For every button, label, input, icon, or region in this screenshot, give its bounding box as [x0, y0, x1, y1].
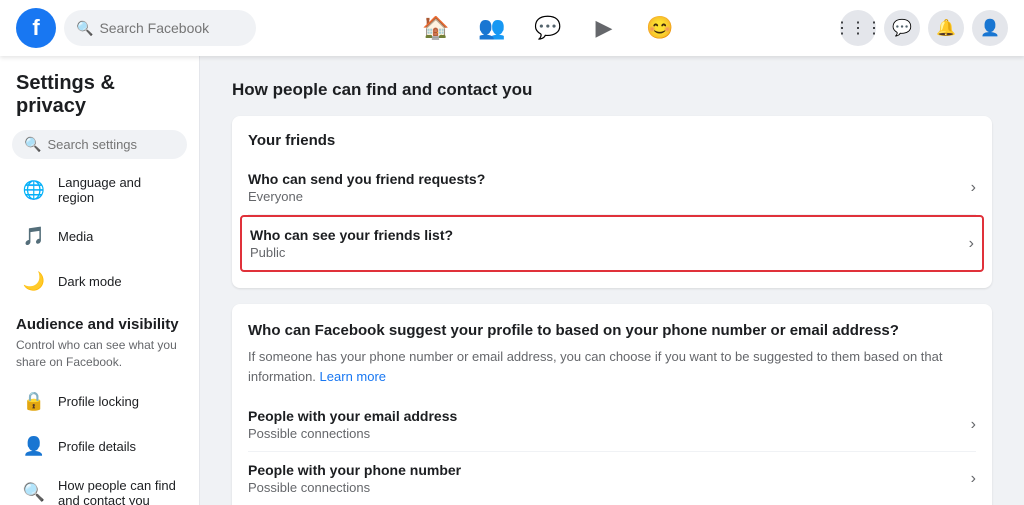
sidebar-item-how-people-find[interactable]: 🔍 How people can find and contact you [4, 470, 195, 505]
sidebar-item-media[interactable]: 🎵 Media [4, 214, 195, 258]
phone-number-value: Possible connections [248, 480, 461, 495]
messenger-button[interactable]: 💬 [884, 10, 920, 46]
phone-email-desc: If someone has your phone number or emai… [248, 347, 976, 386]
sidebar-title: Settings & privacy [0, 64, 199, 122]
friend-requests-row[interactable]: Who can send you friend requests? Everyo… [248, 161, 976, 215]
sidebar-item-label: Profile locking [58, 394, 139, 409]
account-button[interactable]: 👤 [972, 10, 1008, 46]
media-icon: 🎵 [20, 222, 48, 250]
marketplace-nav-button[interactable]: 😊 [636, 8, 684, 48]
search-icon: 🔍 [76, 20, 93, 37]
phone-number-left: People with your phone number Possible c… [248, 462, 461, 495]
chevron-right-icon: › [971, 416, 976, 434]
apps-menu-button[interactable]: ⋮⋮⋮ [840, 10, 876, 46]
sidebar-item-darkmode[interactable]: 🌙 Dark mode [4, 259, 195, 303]
phone-email-card: Who can Facebook suggest your profile to… [232, 304, 992, 505]
top-navigation: f 🔍 🏠 👥 💬 ▶ 😊 ⋮⋮⋮ 💬 🔔 👤 [0, 0, 1024, 56]
email-address-value: Possible connections [248, 426, 457, 441]
language-icon: 🌐 [20, 176, 48, 204]
friend-requests-label: Who can send you friend requests? [248, 171, 485, 187]
find-icon: 🔍 [20, 479, 48, 505]
messenger-nav-button[interactable]: 💬 [524, 8, 572, 48]
sidebar-item-language[interactable]: 🌐 Language and region [4, 167, 195, 213]
email-address-left: People with your email address Possible … [248, 408, 457, 441]
friends-list-value: Public [250, 245, 453, 260]
friends-list-left: Who can see your friends list? Public [250, 227, 453, 260]
friend-requests-value: Everyone [248, 189, 485, 204]
darkmode-icon: 🌙 [20, 267, 48, 295]
sidebar-item-profile-locking[interactable]: 🔒 Profile locking [4, 380, 195, 424]
page-title: How people can find and contact you [232, 80, 992, 100]
search-icon: 🔍 [24, 136, 41, 153]
sidebar: Settings & privacy 🔍 🌐 Language and regi… [0, 56, 200, 505]
watch-nav-button[interactable]: ▶ [580, 8, 628, 48]
sidebar-item-profile-details[interactable]: 👤 Profile details [4, 425, 195, 469]
search-input[interactable] [99, 20, 244, 36]
notifications-button[interactable]: 🔔 [928, 10, 964, 46]
phone-number-label: People with your phone number [248, 462, 461, 478]
sidebar-item-label: How people can find and contact you [58, 478, 179, 505]
chevron-right-icon: › [971, 470, 976, 488]
profile-icon: 👤 [20, 433, 48, 461]
page-layout: Settings & privacy 🔍 🌐 Language and regi… [0, 56, 1024, 505]
phone-number-row[interactable]: People with your phone number Possible c… [248, 452, 976, 505]
nav-right: ⋮⋮⋮ 💬 🔔 👤 [840, 10, 1008, 46]
friend-requests-left: Who can send you friend requests? Everyo… [248, 171, 485, 204]
friends-list-row[interactable]: Who can see your friends list? Public › [240, 215, 984, 272]
sidebar-item-label: Dark mode [58, 274, 122, 289]
chevron-right-icon: › [969, 235, 974, 253]
friends-nav-button[interactable]: 👥 [468, 8, 516, 48]
lock-icon: 🔒 [20, 388, 48, 416]
email-address-label: People with your email address [248, 408, 457, 424]
phone-email-title: Who can Facebook suggest your profile to… [248, 320, 976, 341]
sidebar-search-box[interactable]: 🔍 [12, 130, 187, 159]
sidebar-item-label: Profile details [58, 439, 136, 454]
learn-more-link[interactable]: Learn more [320, 369, 386, 384]
sidebar-search-input[interactable] [47, 137, 175, 152]
sidebar-item-label: Language and region [58, 175, 179, 205]
your-friends-title: Your friends [248, 132, 976, 149]
sidebar-item-label: Media [58, 229, 93, 244]
chevron-right-icon: › [971, 179, 976, 197]
facebook-logo: f [16, 8, 56, 48]
nav-left: f 🔍 [16, 8, 256, 48]
home-nav-button[interactable]: 🏠 [412, 8, 460, 48]
search-box[interactable]: 🔍 [64, 10, 256, 46]
email-address-row[interactable]: People with your email address Possible … [248, 398, 976, 452]
audience-section-title: Audience and visibility [0, 304, 199, 337]
friends-list-label: Who can see your friends list? [250, 227, 453, 243]
main-content: How people can find and contact you Your… [200, 56, 1024, 505]
your-friends-card: Your friends Who can send you friend req… [232, 116, 992, 288]
audience-section-subtitle: Control who can see what you share on Fa… [0, 337, 199, 379]
nav-center: 🏠 👥 💬 ▶ 😊 [256, 8, 840, 48]
